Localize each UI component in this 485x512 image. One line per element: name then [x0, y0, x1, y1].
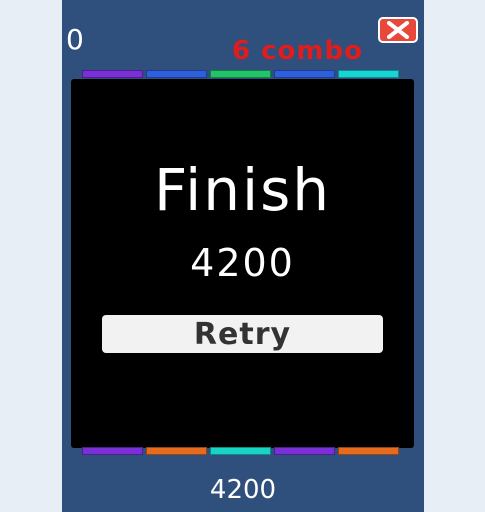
block [146, 70, 207, 78]
close-x-icon [387, 21, 409, 39]
combo-counter: 6 combo [232, 36, 363, 66]
block [338, 447, 399, 455]
game-board: 0 6 combo Finish 4200 Retry 4200 [62, 0, 424, 512]
finish-title: Finish [153, 156, 332, 224]
bottom-score: 4200 [209, 475, 277, 505]
retry-button[interactable]: Retry [102, 315, 383, 353]
top-block-row [82, 70, 402, 78]
current-score: 0 [66, 23, 84, 56]
block [82, 447, 143, 455]
game-stage: 0 6 combo Finish 4200 Retry 4200 [0, 0, 485, 512]
block [338, 70, 399, 78]
block [146, 447, 207, 455]
block [210, 70, 271, 78]
block [82, 70, 143, 78]
final-score: 4200 [190, 241, 295, 285]
block [274, 70, 335, 78]
close-button[interactable] [378, 17, 418, 43]
block [274, 447, 335, 455]
bottom-block-row [82, 447, 402, 455]
finish-overlay: Finish 4200 Retry [71, 79, 414, 448]
block [210, 447, 271, 455]
